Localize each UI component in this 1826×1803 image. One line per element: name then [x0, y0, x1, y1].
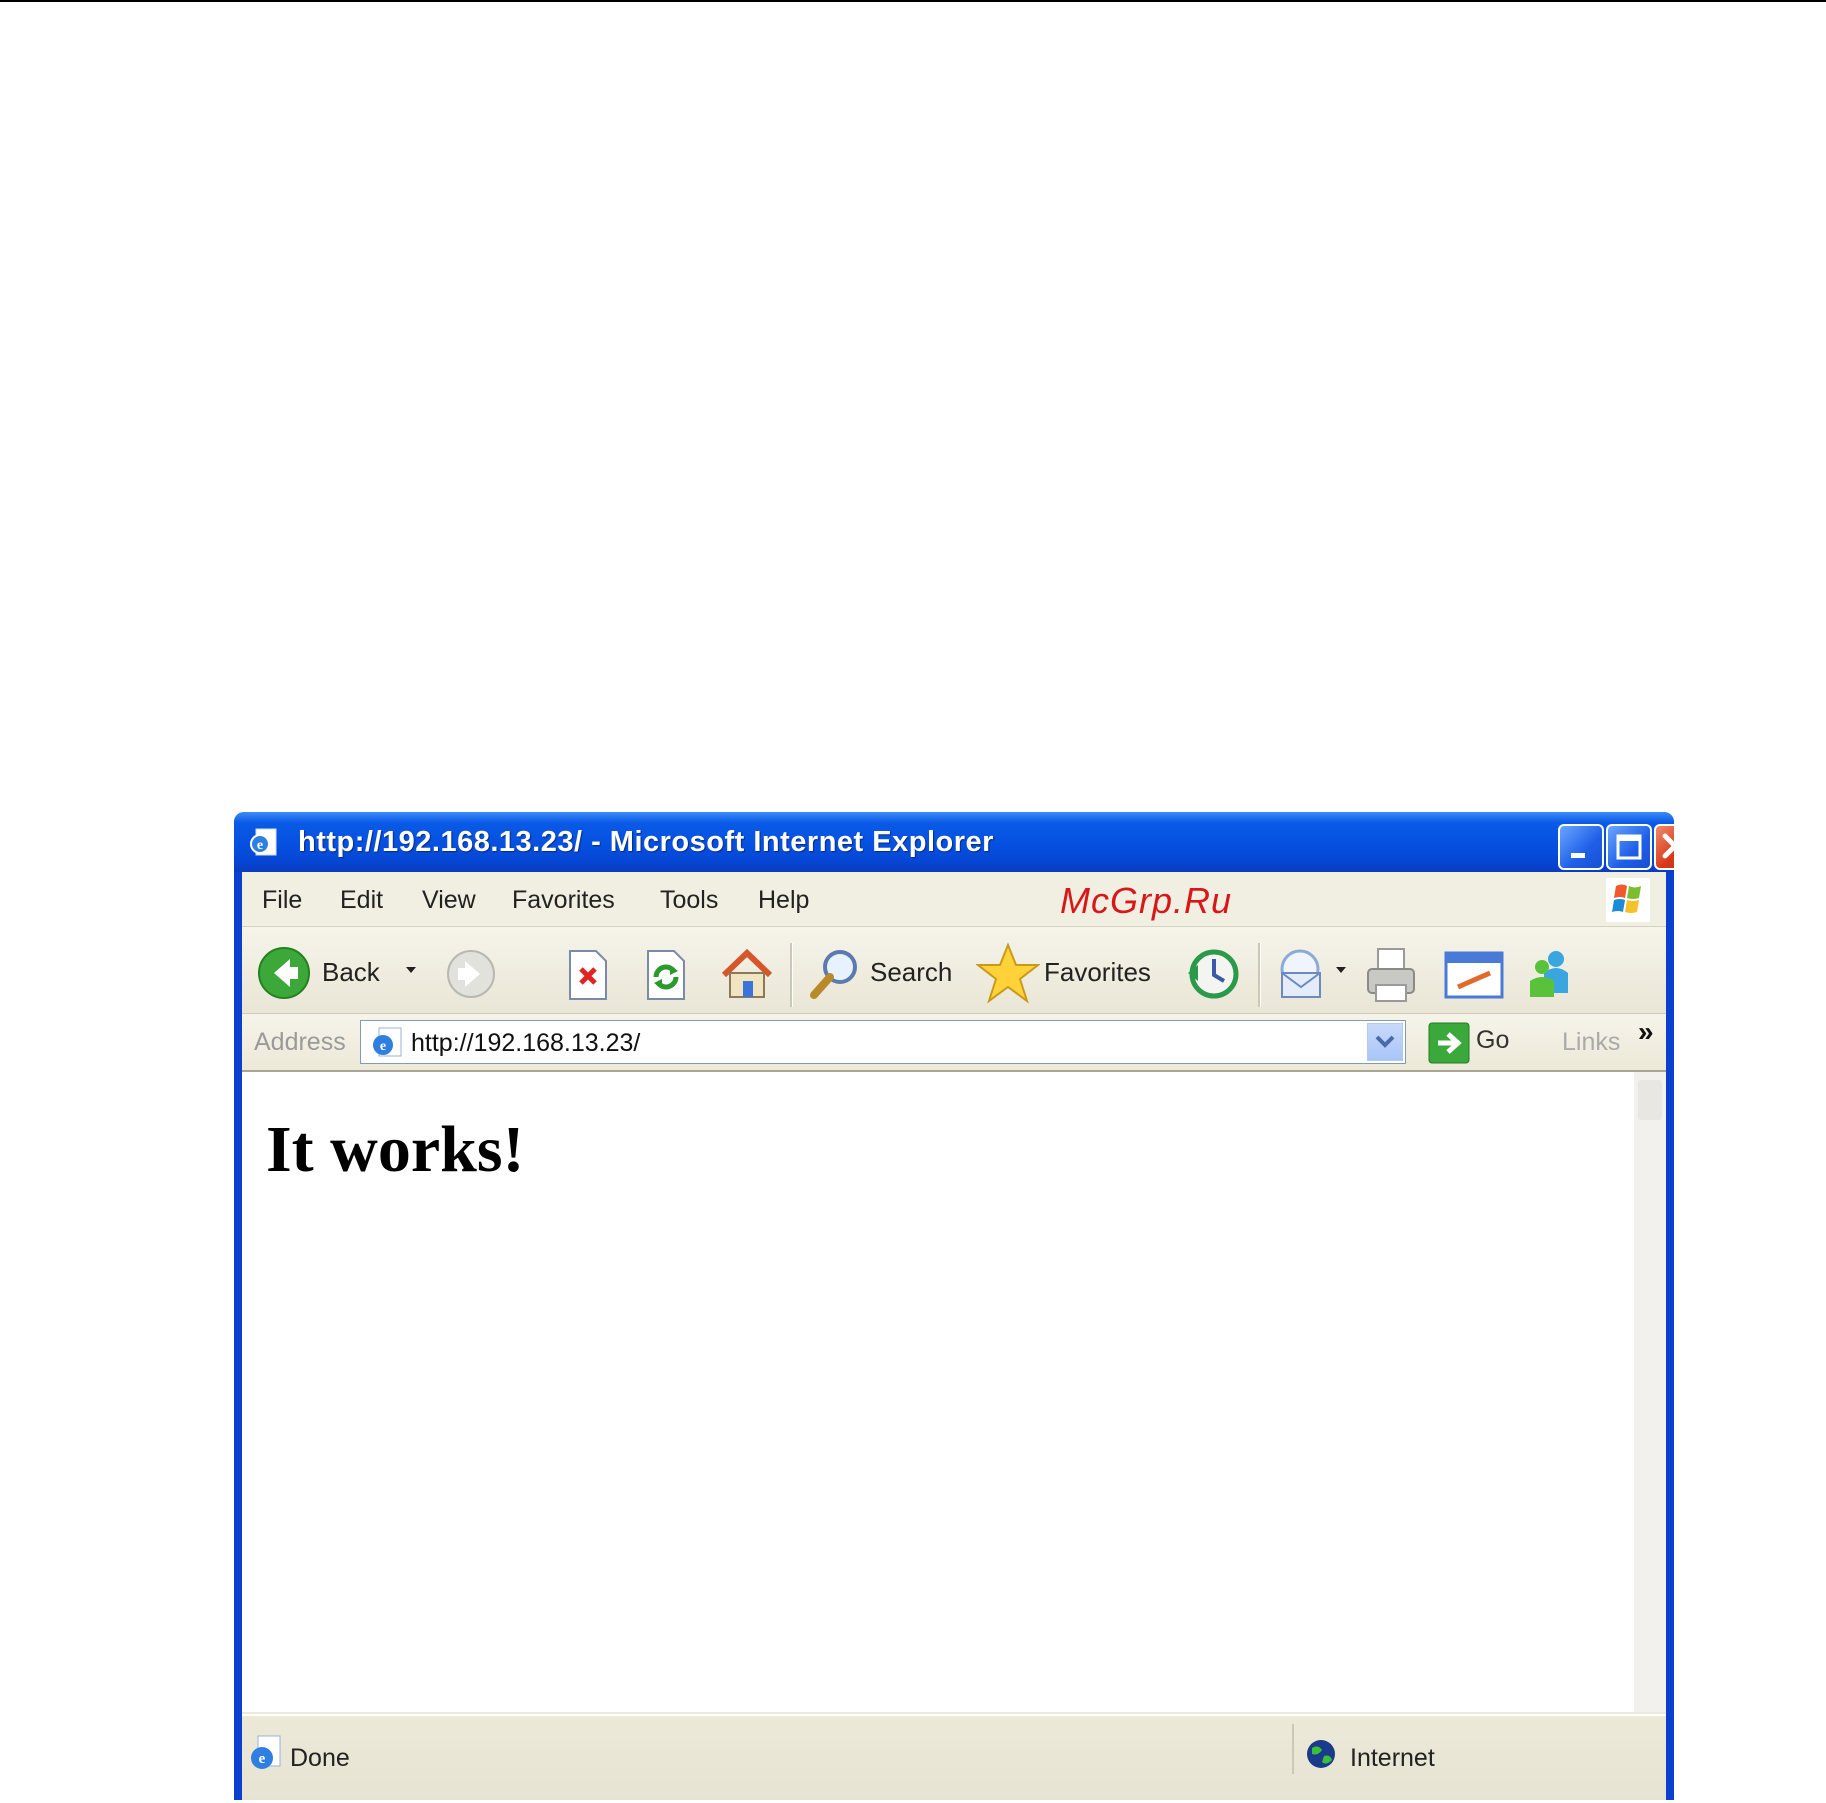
minimize-button[interactable]: [1558, 824, 1604, 870]
menu-view[interactable]: View: [422, 886, 476, 915]
history-icon[interactable]: [1184, 945, 1242, 1003]
page-top-rule: [0, 0, 1826, 2]
mail-dropdown-icon[interactable]: [1334, 965, 1348, 975]
back-button-label[interactable]: Back: [322, 957, 380, 988]
window-title: http://192.168.13.23/ - Microsoft Intern…: [298, 826, 994, 858]
go-button-label[interactable]: Go: [1476, 1026, 1509, 1055]
more-chevrons-icon[interactable]: »: [1638, 1016, 1654, 1048]
browser-window: e http://192.168.13.23/ - Microsoft Inte…: [234, 812, 1674, 1800]
watermark: McGrp.Ru: [1060, 880, 1233, 921]
close-button[interactable]: [1654, 824, 1674, 870]
address-dropdown-button[interactable]: [1367, 1023, 1403, 1061]
search-icon[interactable]: [806, 943, 866, 1003]
links-label[interactable]: Links: [1562, 1028, 1620, 1057]
address-url[interactable]: http://192.168.13.23/: [411, 1029, 640, 1058]
svg-text:e: e: [380, 1039, 386, 1054]
vertical-scrollbar[interactable]: [1634, 1072, 1666, 1712]
status-separator: [1292, 1724, 1294, 1774]
search-button-label[interactable]: Search: [870, 957, 952, 988]
restore-icon: [1616, 834, 1642, 860]
menu-bar: File Edit View Favorites Tools Help McGr…: [242, 872, 1666, 927]
favorites-star-icon[interactable]: [976, 941, 1040, 1005]
go-arrow-icon[interactable]: [1428, 1022, 1470, 1064]
stop-icon[interactable]: [564, 947, 612, 1003]
window-client: File Edit View Favorites Tools Help McGr…: [242, 872, 1666, 1800]
address-label: Address: [254, 1028, 346, 1056]
favorites-button-label[interactable]: Favorites: [1044, 957, 1151, 988]
toolbar-separator: [790, 943, 792, 1007]
menu-help[interactable]: Help: [758, 886, 809, 915]
menu-file[interactable]: File: [262, 886, 302, 915]
page-icon: e: [373, 1027, 402, 1057]
menu-favorites[interactable]: Favorites: [512, 886, 615, 915]
zone-text: Internet: [1350, 1744, 1435, 1772]
title-bar[interactable]: e http://192.168.13.23/ - Microsoft Inte…: [234, 812, 1674, 872]
forward-arrow-icon[interactable]: [444, 947, 498, 1001]
page-done-icon: e: [251, 1735, 281, 1769]
status-bar: e Done Internet: [242, 1714, 1666, 1800]
close-icon: [1662, 833, 1674, 859]
home-icon[interactable]: [718, 945, 776, 1003]
maximize-button[interactable]: [1606, 824, 1652, 870]
address-bar: Address e http://192.168.13.23/ Go Links…: [242, 1014, 1666, 1072]
internet-zone-icon: [1307, 1740, 1335, 1768]
toolbar-separator: [1258, 943, 1260, 1007]
messenger-icon[interactable]: [1524, 945, 1580, 1003]
menu-tools[interactable]: Tools: [660, 886, 718, 915]
ie-page-icon: e: [250, 828, 277, 856]
back-arrow-icon[interactable]: [256, 945, 312, 1001]
refresh-icon[interactable]: [642, 947, 690, 1003]
svg-text:e: e: [257, 838, 263, 853]
chevron-down-icon: [1375, 1035, 1395, 1048]
status-text: Done: [290, 1744, 350, 1772]
minimize-icon: [1571, 853, 1585, 858]
menu-edit[interactable]: Edit: [340, 886, 383, 915]
edit-icon[interactable]: [1444, 949, 1506, 1001]
svg-text:e: e: [259, 1751, 266, 1767]
windows-logo: [1606, 878, 1650, 922]
print-icon[interactable]: [1364, 945, 1420, 1005]
page-heading: It works!: [266, 1113, 525, 1186]
back-dropdown-icon[interactable]: [404, 965, 418, 975]
standard-toolbar: Back Search Favorites: [242, 927, 1666, 1014]
scrollbar-thumb[interactable]: [1638, 1080, 1662, 1120]
mail-icon[interactable]: [1274, 947, 1332, 1003]
address-input[interactable]: e http://192.168.13.23/: [360, 1020, 1406, 1064]
page-viewport: It works!: [242, 1072, 1666, 1712]
